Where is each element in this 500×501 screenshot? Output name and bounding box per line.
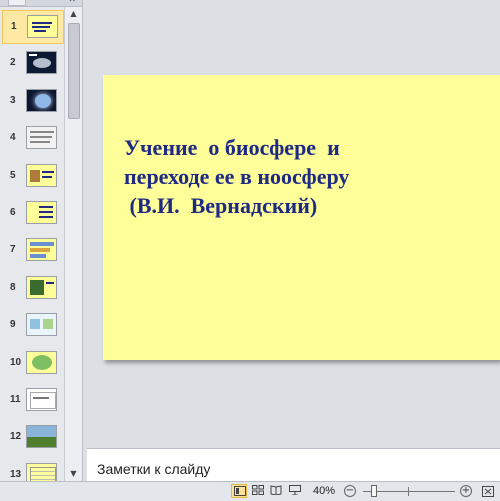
reading-view-button[interactable] bbox=[268, 484, 284, 498]
slide-preview-image bbox=[26, 275, 57, 299]
zoom-slider-thumb[interactable] bbox=[371, 485, 377, 497]
slide-number-label: 1 bbox=[11, 21, 17, 32]
slide-thumbnail-11[interactable]: 11 bbox=[2, 384, 64, 418]
slide-number-label: 12 bbox=[10, 431, 22, 443]
slide-number-label: 5 bbox=[10, 169, 16, 181]
thumbnail-scrollbar[interactable]: ▲ ▼ bbox=[64, 7, 82, 481]
normal-view-button[interactable] bbox=[231, 484, 247, 498]
slide-thumbnail-4[interactable]: 4 bbox=[2, 122, 64, 156]
slide-preview-image bbox=[26, 238, 57, 262]
slide-title-text[interactable]: Учение о биосфере и переходе ее в ноосфе… bbox=[124, 133, 424, 220]
slide-sorter-button[interactable] bbox=[250, 484, 266, 498]
slide-number-label: 11 bbox=[10, 394, 21, 405]
slide-number-label: 9 bbox=[10, 319, 16, 331]
zoom-slider-center-mark bbox=[408, 487, 409, 496]
zoom-in-icon[interactable]: + bbox=[460, 485, 472, 497]
slide-preview-image bbox=[26, 350, 57, 374]
close-pane-icon[interactable]: ✕ bbox=[68, 0, 76, 5]
slideshow-icon bbox=[289, 485, 301, 495]
fit-slide-to-window-icon[interactable] bbox=[480, 484, 496, 499]
current-slide[interactable]: Учение о биосфере и переходе ее в ноосфе… bbox=[103, 75, 500, 360]
slide-thumbnail-6[interactable]: 6 bbox=[2, 197, 64, 231]
slideshow-button[interactable] bbox=[287, 484, 303, 498]
slide-number-label: 10 bbox=[10, 356, 22, 368]
slide-thumbnail-3[interactable]: 3 bbox=[2, 85, 64, 119]
tab-slides[interactable] bbox=[8, 0, 26, 6]
slide-preview-image bbox=[26, 462, 57, 481]
notes-pane[interactable]: Заметки к слайду bbox=[87, 448, 500, 481]
slide-preview-image bbox=[26, 51, 57, 75]
slide-preview-image bbox=[26, 388, 57, 411]
normal-view-icon bbox=[234, 486, 246, 496]
zoom-out-icon[interactable]: − bbox=[344, 485, 356, 497]
slide-preview-image bbox=[26, 88, 57, 112]
reading-view-icon bbox=[270, 485, 282, 495]
slide-number-label: 3 bbox=[10, 94, 16, 106]
slide-thumbnail-12[interactable]: 12 bbox=[2, 421, 64, 455]
slide-preview-image bbox=[26, 163, 57, 187]
slide-preview-image bbox=[26, 313, 57, 337]
notes-placeholder: Заметки к слайду bbox=[97, 461, 211, 477]
slide-thumbnail-1[interactable]: 1 bbox=[2, 10, 64, 44]
slide-thumbnail-8[interactable]: 8 bbox=[2, 272, 64, 306]
slide-thumbnail-9[interactable]: 9 bbox=[2, 309, 64, 343]
slide-number-label: 4 bbox=[10, 132, 16, 144]
slide-sorter-icon bbox=[252, 485, 264, 495]
scroll-up-icon[interactable]: ▲ bbox=[65, 7, 82, 21]
slide-number-label: 6 bbox=[10, 207, 16, 218]
slide-preview-image bbox=[26, 425, 57, 449]
slide-preview-image bbox=[27, 15, 58, 38]
slide-thumbnail-5[interactable]: 5 bbox=[2, 160, 64, 194]
slide-preview-image bbox=[26, 126, 57, 150]
slide-number-label: 13 bbox=[10, 468, 22, 480]
scroll-down-icon[interactable]: ▼ bbox=[65, 467, 82, 481]
slide-thumbnail-13[interactable]: 13 bbox=[2, 459, 64, 481]
slide-thumbnail-7[interactable]: 7 bbox=[2, 234, 64, 268]
slide-number-label: 2 bbox=[10, 57, 16, 69]
slide-thumbnail-pane: ✕ 1 2 3 4 5 6 7 8 9 10 11 12 13 ▲ ▼ bbox=[0, 0, 83, 481]
slide-preview-image bbox=[26, 201, 57, 224]
slide-editing-area: Учение о биосфере и переходе ее в ноосфе… bbox=[83, 0, 500, 447]
slide-thumbnail-2[interactable]: 2 bbox=[2, 47, 64, 81]
scrollbar-thumb[interactable] bbox=[68, 23, 80, 119]
slide-number-label: 8 bbox=[10, 281, 16, 293]
status-bar: 40% − + bbox=[0, 481, 500, 501]
slide-number-label: 7 bbox=[10, 244, 16, 256]
zoom-level-label[interactable]: 40% bbox=[313, 485, 335, 497]
pane-tab-strip: ✕ bbox=[0, 0, 82, 7]
slide-thumbnail-10[interactable]: 10 bbox=[2, 347, 64, 381]
